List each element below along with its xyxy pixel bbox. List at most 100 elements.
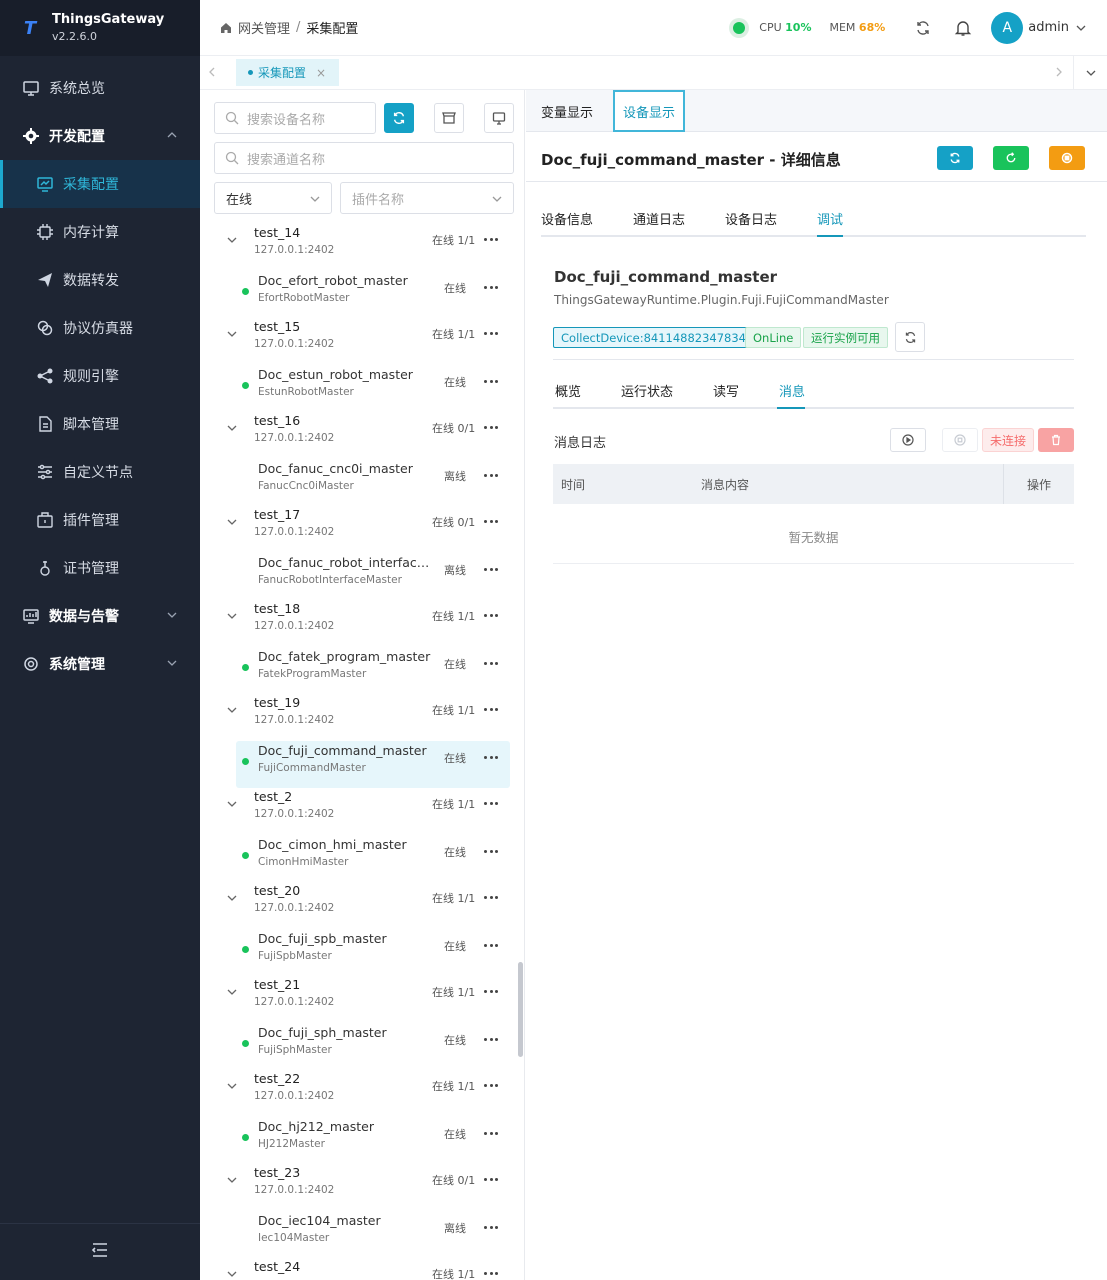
sidebar-item-protocol-simulator[interactable]: 协议仿真器: [0, 304, 200, 352]
chevron-left-icon[interactable]: [206, 66, 218, 78]
channel-row[interactable]: test_19 127.0.0.1:2402 在线 1/1: [214, 694, 514, 741]
sidebar-item-custom-node[interactable]: 自定义节点: [0, 448, 200, 496]
device-row[interactable]: Doc_fuji_command_master FujiCommandMaster…: [236, 741, 510, 788]
chevron-down-icon[interactable]: [226, 986, 238, 998]
chevron-down-icon[interactable]: [226, 798, 238, 810]
channel-row[interactable]: test_22 127.0.0.1:2402 在线 1/1: [214, 1070, 514, 1117]
channel-row[interactable]: test_20 127.0.0.1:2402 在线 1/1: [214, 882, 514, 929]
plugin-select[interactable]: 插件名称: [340, 182, 514, 214]
chevron-down-icon[interactable]: [226, 516, 238, 528]
chevron-down-icon[interactable]: [226, 328, 238, 340]
sidebar-item-dev-config[interactable]: 开发配置: [0, 112, 200, 160]
sidebar-item-cert-manage[interactable]: 证书管理: [0, 544, 200, 592]
chevron-down-icon[interactable]: [226, 1268, 238, 1280]
sidebar-item-rule-engine[interactable]: 规则引擎: [0, 352, 200, 400]
tab-device-log[interactable]: 设备日志: [725, 209, 777, 228]
channel-row[interactable]: test_18 127.0.0.1:2402 在线 1/1: [214, 600, 514, 647]
restart-button[interactable]: [993, 146, 1029, 170]
device-row[interactable]: Doc_estun_robot_master EstunRobotMaster 在线: [214, 365, 514, 412]
channel-row[interactable]: test_14 127.0.0.1:2402 在线 1/1: [214, 224, 514, 271]
more-icon[interactable]: [484, 890, 498, 904]
more-icon[interactable]: [484, 702, 498, 716]
delete-button[interactable]: [1038, 428, 1074, 452]
chevron-down-icon[interactable]: [226, 892, 238, 904]
sidebar-item-script-manage[interactable]: 脚本管理: [0, 400, 200, 448]
more-icon[interactable]: [484, 1032, 498, 1046]
more-icon[interactable]: [484, 1172, 498, 1186]
more-icon[interactable]: [484, 938, 498, 952]
chevron-down-icon[interactable]: [1075, 22, 1087, 34]
more-icon[interactable]: [484, 280, 498, 294]
more-icon[interactable]: [484, 796, 498, 810]
tab-message[interactable]: 消息: [779, 381, 805, 400]
tab-channel-log[interactable]: 通道日志: [633, 209, 685, 228]
channel-row[interactable]: test_24 在线 1/1: [214, 1258, 514, 1280]
refresh-button[interactable]: [903, 8, 943, 48]
more-icon[interactable]: [484, 562, 498, 576]
device-row[interactable]: Doc_fuji_spb_master FujiSpbMaster 在线: [214, 929, 514, 976]
more-icon[interactable]: [484, 374, 498, 388]
channel-row[interactable]: test_16 127.0.0.1:2402 在线 0/1: [214, 412, 514, 459]
play-button[interactable]: [890, 428, 926, 452]
breadcrumb-item[interactable]: 网关管理: [238, 18, 290, 37]
shop-icon[interactable]: [434, 103, 464, 133]
chevron-down-icon[interactable]: [226, 422, 238, 434]
chevron-down-icon[interactable]: [226, 1174, 238, 1186]
tab-device-info[interactable]: 设备信息: [541, 209, 593, 228]
channel-row[interactable]: test_2 127.0.0.1:2402 在线 1/1: [214, 788, 514, 835]
chevron-down-icon[interactable]: [226, 704, 238, 716]
more-icon[interactable]: [484, 656, 498, 670]
more-icon[interactable]: [484, 984, 498, 998]
search-device-input[interactable]: 搜索设备名称: [214, 102, 376, 134]
more-icon[interactable]: [484, 232, 498, 246]
close-icon[interactable]: ×: [316, 66, 326, 80]
refresh-tree-button[interactable]: [384, 103, 414, 133]
sidebar-item-system-manage[interactable]: 系统管理: [0, 640, 200, 688]
sidebar-item-plugin-manage[interactable]: 插件管理: [0, 496, 200, 544]
bell-icon[interactable]: [943, 8, 983, 48]
tab-variable-view[interactable]: 变量显示: [541, 90, 593, 132]
avatar[interactable]: A: [991, 11, 1024, 44]
sidebar-item-data-alarm[interactable]: 数据与告警: [0, 592, 200, 640]
sidebar-item-memory-compute[interactable]: 内存计算: [0, 208, 200, 256]
device-row[interactable]: Doc_iec104_master Iec104Master 离线: [214, 1211, 514, 1258]
more-icon[interactable]: [484, 1266, 498, 1280]
tabs-dropdown-button[interactable]: [1073, 56, 1107, 89]
device-row[interactable]: Doc_fanuc_cnc0i_master FanucCnc0iMaster 离线: [214, 459, 514, 506]
sidebar-item-data-forward[interactable]: 数据转发: [0, 256, 200, 304]
chevron-down-icon[interactable]: [226, 1080, 238, 1092]
more-icon[interactable]: [484, 750, 498, 764]
channel-row[interactable]: test_23 127.0.0.1:2402 在线 0/1: [214, 1164, 514, 1211]
chevron-down-icon[interactable]: [226, 234, 238, 246]
device-row[interactable]: Doc_hj212_master HJ212Master 在线: [214, 1117, 514, 1164]
more-icon[interactable]: [484, 1220, 498, 1234]
tab-debug[interactable]: 调试: [817, 209, 843, 228]
display-icon[interactable]: [484, 103, 514, 133]
status-select[interactable]: 在线: [214, 182, 332, 214]
more-icon[interactable]: [484, 1078, 498, 1092]
sidebar-item-collect-config[interactable]: 采集配置: [0, 160, 200, 208]
chevron-right-icon[interactable]: [1053, 66, 1065, 78]
more-icon[interactable]: [484, 468, 498, 482]
device-row[interactable]: Doc_fuji_sph_master FujiSphMaster 在线: [214, 1023, 514, 1070]
channel-row[interactable]: test_21 127.0.0.1:2402 在线 1/1: [214, 976, 514, 1023]
refresh-button[interactable]: [937, 146, 973, 170]
stop-icon[interactable]: [942, 428, 978, 452]
device-row[interactable]: Doc_cimon_hmi_master CimonHmiMaster 在线: [214, 835, 514, 882]
tab-device-view[interactable]: 设备显示: [613, 90, 685, 132]
device-row[interactable]: Doc_efort_robot_master EfortRobotMaster 在线: [214, 271, 514, 318]
sidebar-item-overview[interactable]: 系统总览: [0, 64, 200, 112]
more-icon[interactable]: [484, 514, 498, 528]
collapse-sidebar-button[interactable]: [0, 1223, 200, 1280]
more-icon[interactable]: [484, 844, 498, 858]
scrollbar[interactable]: [518, 962, 523, 1057]
stop-button[interactable]: [1049, 146, 1085, 170]
channel-row[interactable]: test_15 127.0.0.1:2402 在线 1/1: [214, 318, 514, 365]
tab-run-status[interactable]: 运行状态: [621, 381, 673, 400]
device-row[interactable]: Doc_fanuc_robot_interface_m... FanucRobot…: [214, 553, 514, 600]
more-icon[interactable]: [484, 1126, 498, 1140]
tab-read-write[interactable]: 读写: [713, 381, 739, 400]
search-channel-input[interactable]: 搜索通道名称: [214, 142, 514, 174]
more-icon[interactable]: [484, 608, 498, 622]
channel-row[interactable]: test_17 127.0.0.1:2402 在线 0/1: [214, 506, 514, 553]
